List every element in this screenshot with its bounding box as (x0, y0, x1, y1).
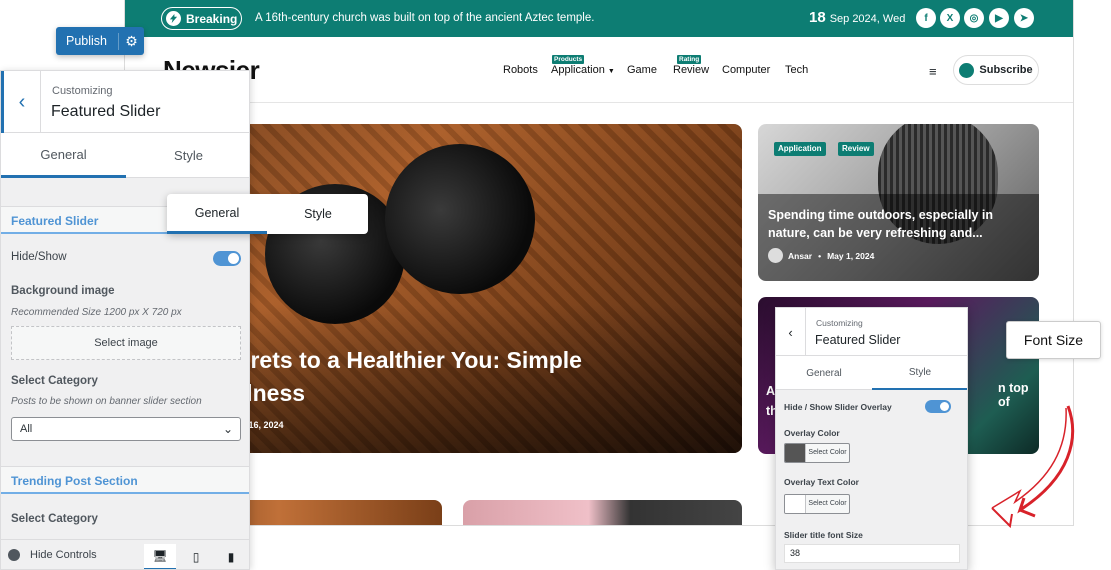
font-size-label: Slider title font Size (784, 530, 863, 540)
subscribe-button[interactable]: Subscribe (953, 55, 1039, 85)
trending-category-label: Select Category (11, 513, 98, 525)
telegram-icon[interactable]: ➤ (1014, 8, 1034, 28)
tab-style[interactable]: Style (126, 133, 249, 178)
hide-controls-button[interactable]: Hide Controls (8, 549, 97, 561)
tab-switcher-callout: General Style (167, 194, 368, 234)
avatar (768, 248, 783, 263)
bell-icon (959, 62, 975, 78)
collapse-icon (8, 549, 20, 561)
hide-show-toggle[interactable] (213, 251, 241, 266)
tablet-icon[interactable]: ▯ (180, 544, 212, 569)
post-thumbnail[interactable] (463, 500, 742, 525)
font-size-input[interactable]: 38 (784, 544, 960, 563)
background-image-label: Background image (11, 285, 115, 297)
chevron-down-icon: ⌄ (222, 422, 233, 436)
card-meta: Ansar • May 1, 2024 (768, 248, 874, 263)
chevron-down-icon: ▼ (607, 68, 615, 75)
select-category-label: Select Category (11, 375, 98, 387)
nav-game[interactable]: Game (627, 64, 657, 76)
background-image-note: Recommended Size 1200 px X 720 px (11, 307, 182, 318)
category-tag[interactable]: Application (774, 142, 826, 156)
nav-badge-products: Products (552, 55, 585, 64)
customizing-label: Customizing (816, 318, 863, 328)
panel-tabs: General Style (1, 133, 249, 178)
header-divider (125, 102, 1073, 103)
overlay-text-color-label: Overlay Text Color (784, 477, 859, 487)
desktop-icon[interactable]: 🖥 (144, 544, 176, 569)
back-button[interactable]: ‹ (1, 71, 41, 133)
hide-show-label: Hide/Show (11, 251, 67, 263)
nav-computer[interactable]: Computer (722, 64, 770, 76)
panel-footer: Hide Controls 🖥 ▯ ▮ (1, 539, 249, 569)
instagram-icon[interactable]: ◎ (964, 8, 984, 28)
style-panel: ‹ Customizing Featured Slider General St… (775, 307, 968, 570)
breaking-badge: Breaking (161, 7, 242, 30)
tab-style[interactable]: Style (872, 356, 967, 390)
overlay-text-color-picker[interactable]: Select Color (784, 494, 850, 514)
customizer-panel: ‹ Customizing Featured Slider General St… (0, 70, 250, 570)
color-swatch (785, 444, 805, 462)
overlay-toggle-label: Hide / Show Slider Overlay (784, 402, 892, 412)
panel-title: Featured Slider (815, 333, 901, 347)
breaking-news-bar: Breaking A 16th-century church was built… (125, 0, 1073, 37)
select-image-button[interactable]: Select image (11, 326, 241, 360)
select-category-note: Posts to be shown on banner slider secti… (11, 396, 202, 407)
mobile-icon[interactable]: ▮ (215, 544, 247, 569)
nav-application[interactable]: Application ▼ (551, 64, 615, 76)
hamburger-menu-icon[interactable]: ≡ (929, 64, 937, 79)
category-tag[interactable]: Review (838, 142, 874, 156)
nav-review[interactable]: Review (673, 64, 709, 76)
nav-robots[interactable]: Robots (503, 64, 538, 76)
color-swatch (785, 495, 805, 513)
tab-general[interactable]: General (167, 194, 267, 234)
chevron-left-icon: ‹ (18, 90, 26, 113)
panel-header: ‹ Customizing Featured Slider (1, 71, 249, 133)
tab-style[interactable]: Style (268, 194, 368, 234)
curved-arrow-icon (991, 405, 1075, 529)
style-panel-header: ‹ Customizing Featured Slider (776, 308, 967, 356)
gear-icon[interactable]: ⚙ (118, 32, 144, 50)
youtube-icon[interactable]: ▶ (989, 8, 1009, 28)
facebook-icon[interactable]: f (916, 8, 936, 28)
category-select[interactable]: All ⌄ (11, 417, 241, 441)
tab-general[interactable]: General (776, 356, 872, 390)
breaking-headline[interactable]: A 16th-century church was built on top o… (255, 12, 594, 24)
bolt-icon (166, 11, 181, 26)
overlay-color-picker[interactable]: Select Color (784, 443, 850, 463)
side-post-card[interactable]: Application Review Spending time outdoor… (758, 124, 1039, 281)
style-panel-tabs: General Style (776, 356, 967, 390)
back-button[interactable]: ‹ (776, 308, 806, 356)
overlay-color-label: Overlay Color (784, 428, 840, 438)
nav-tech[interactable]: Tech (785, 64, 808, 76)
customizing-label: Customizing (52, 85, 113, 97)
section-trending-post[interactable]: Trending Post Section (1, 466, 249, 494)
x-icon[interactable]: X (940, 8, 960, 28)
breaking-label: Breaking (186, 11, 238, 26)
nav-badge-rating: Rating (677, 55, 702, 64)
overlay-toggle[interactable] (925, 400, 951, 413)
chevron-left-icon: ‹ (788, 324, 793, 340)
font-size-callout: Font Size (1006, 321, 1101, 359)
panel-title: Featured Slider (51, 103, 161, 120)
tab-general[interactable]: General (1, 133, 126, 178)
publish-button[interactable]: Publish ⚙ (56, 27, 144, 55)
card-title[interactable]: Spending time outdoors, especially in na… (768, 206, 1018, 242)
current-date: 18 Sep 2024, Wed (809, 9, 906, 26)
